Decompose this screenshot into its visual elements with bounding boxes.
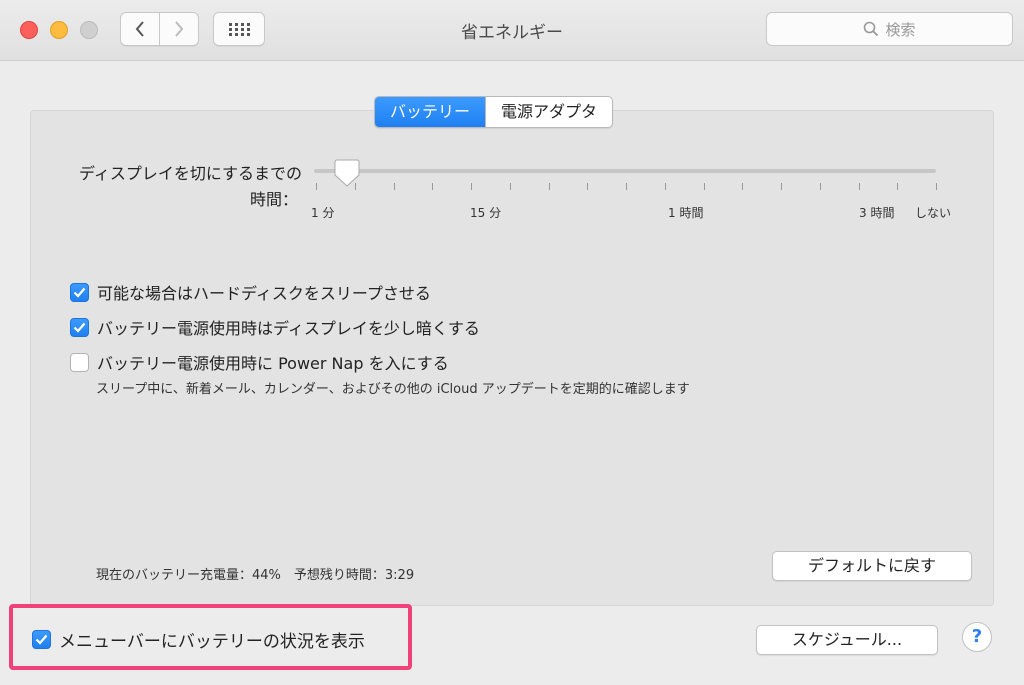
schedule-button[interactable]: スケジュール...	[756, 625, 938, 655]
search-field[interactable]: 検索	[766, 12, 1013, 46]
power-nap-label: バッテリー電源使用時に Power Nap を入にする	[97, 354, 449, 373]
checkmark-icon	[73, 287, 86, 298]
slider-tick	[587, 183, 589, 190]
battery-status-text: 現在のバッテリー充電量：44% 予想残り時間：3:29	[96, 568, 415, 583]
dim-display-label: バッテリー電源使用時はディスプレイを少し暗くする	[97, 319, 480, 338]
search-icon	[864, 21, 879, 37]
checkmark-icon	[35, 634, 48, 645]
tick-label-15min: 15 分	[470, 206, 502, 220]
tab-battery[interactable]: バッテリー	[375, 97, 486, 127]
slider-tick	[548, 183, 550, 190]
display-sleep-slider-knob[interactable]	[334, 158, 360, 188]
dim-display-option[interactable]: バッテリー電源使用時はディスプレイを少し暗くする	[70, 315, 480, 339]
display-sleep-slider-track[interactable]	[314, 169, 936, 173]
slider-tick	[664, 183, 666, 190]
tick-label-never: しない	[915, 206, 952, 220]
tick-label-1hour: 1 時間	[668, 206, 704, 220]
restore-defaults-button[interactable]: デフォルトに戻す	[772, 551, 972, 581]
show-battery-status-checkbox[interactable]	[32, 630, 51, 649]
slider-tick	[471, 183, 472, 190]
tab-power-adapter[interactable]: 電源アダプタ	[486, 97, 612, 127]
power-nap-description: スリープ中に、新着メール、カレンダー、およびその他の iCloud アップデート…	[96, 382, 690, 397]
slider-tick	[742, 183, 744, 190]
slider-tick	[781, 183, 782, 190]
slider-tick	[897, 183, 899, 190]
show-battery-status-option[interactable]: メニューバーにバッテリーの状況を表示	[32, 627, 365, 652]
tick-label-3hours: 3 時間	[859, 206, 895, 220]
slider-tick	[393, 183, 395, 190]
title-bar: 省エネルギー 検索	[0, 0, 1024, 61]
slider-tick	[858, 183, 860, 190]
show-battery-status-label: メニューバーにバッテリーの状況を表示	[59, 632, 365, 652]
display-sleep-label-line1: ディスプレイを切にするまでの	[78, 164, 302, 183]
help-button[interactable]: ?	[962, 622, 992, 652]
power-nap-option[interactable]: バッテリー電源使用時に Power Nap を入にする	[70, 350, 449, 374]
slider-tick	[316, 183, 317, 190]
tick-label-1min: 1 分	[311, 206, 335, 220]
power-nap-checkbox[interactable]	[70, 352, 89, 372]
hard-disk-sleep-label: 可能な場合はハードディスクをスリープさせる	[97, 284, 431, 303]
hard-disk-sleep-checkbox[interactable]	[70, 282, 89, 302]
slider-tick	[936, 183, 937, 190]
display-sleep-label: ディスプレイを切にするまでの 時間：	[46, 161, 302, 213]
slider-tick	[509, 183, 511, 190]
slider-tick	[819, 183, 821, 190]
checkmark-icon	[73, 322, 86, 333]
slider-tick	[626, 183, 627, 190]
display-sleep-label-line2: 時間：	[249, 190, 298, 209]
slider-tick	[432, 183, 434, 190]
slider-tick	[703, 183, 705, 190]
hard-disk-sleep-option[interactable]: 可能な場合はハードディスクをスリープさせる	[70, 280, 431, 304]
search-placeholder: 検索	[885, 20, 916, 39]
dim-display-checkbox[interactable]	[70, 317, 89, 337]
power-source-tabs: バッテリー 電源アダプタ	[374, 96, 614, 128]
